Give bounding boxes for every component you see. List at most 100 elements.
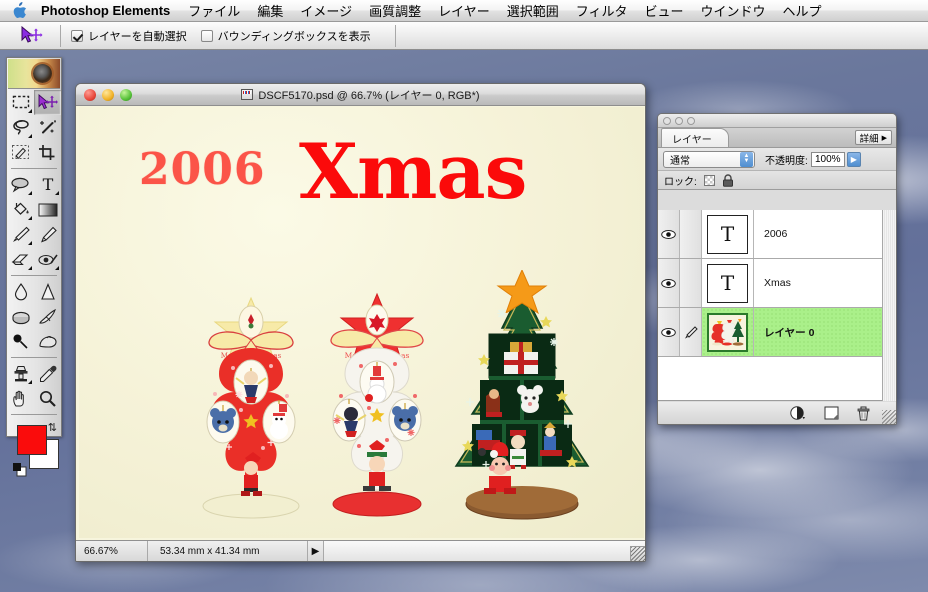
layer-visibility-toggle[interactable]: [658, 308, 680, 356]
canvas-area[interactable]: 2006 Xmas Merry Christmas: [76, 106, 645, 540]
menu-item-file[interactable]: ファイル: [188, 1, 240, 20]
eraser-tool[interactable]: [7, 247, 34, 272]
document-window[interactable]: DSCF5170.psd @ 66.7% (レイヤー 0, RGB*) 2006…: [75, 83, 646, 562]
photo-image[interactable]: 2006 Xmas Merry Christmas: [79, 107, 644, 538]
tab-layers[interactable]: レイヤー: [661, 128, 729, 147]
palette-tab-row: レイヤー 詳細 ▶: [658, 128, 896, 148]
zoom-tool[interactable]: [34, 386, 61, 411]
new-layer-button[interactable]: [824, 406, 839, 420]
document-dimensions-label: 53.34 mm x 41.34 mm: [148, 541, 308, 561]
move-tool[interactable]: [34, 90, 61, 115]
status-filler: [324, 541, 645, 561]
menu-item-view[interactable]: ビュー: [644, 1, 683, 20]
layer-thumbnail-text: T: [707, 263, 748, 303]
layer-thumbnail-cell[interactable]: [702, 308, 754, 356]
pencil-tool[interactable]: [34, 222, 61, 247]
layer-name-label[interactable]: 2006: [754, 210, 896, 258]
lasso-tool[interactable]: [7, 115, 34, 140]
apple-logo-icon[interactable]: [13, 2, 27, 19]
tool-more-triangle-icon: [28, 134, 32, 138]
swap-colors-icon[interactable]: ⇅: [48, 421, 57, 434]
layer-visibility-toggle[interactable]: [658, 259, 680, 307]
auto-select-layer-checkbox[interactable]: [71, 29, 83, 42]
blend-mode-stepper-icon[interactable]: ▲ ▼: [740, 151, 753, 167]
foreground-color-swatch[interactable]: [17, 425, 47, 455]
layer-link-cell[interactable]: [680, 259, 702, 307]
clone-stamp-tool[interactable]: [7, 361, 34, 386]
layer-thumbnail-cell[interactable]: T: [702, 259, 754, 307]
brush-tool[interactable]: [7, 222, 34, 247]
palette-resize-grip[interactable]: [882, 410, 896, 424]
type-tool[interactable]: T: [34, 172, 61, 197]
menu-item-image[interactable]: イメージ: [300, 1, 352, 20]
menu-item-help[interactable]: ヘルプ: [783, 1, 822, 20]
menu-item-enhance[interactable]: 画質調整: [369, 1, 421, 20]
default-colors-icon[interactable]: [13, 463, 27, 477]
lock-transparency-icon[interactable]: [703, 174, 715, 186]
color-swatches: ⇅: [7, 419, 61, 481]
layers-palette[interactable]: レイヤー 詳細 ▶ 通常 ▲ ▼ 不透明度: 100% ▶ ロック: T 200…: [657, 113, 897, 425]
eyedropper-tool[interactable]: [34, 361, 61, 386]
palette-more-button[interactable]: 詳細 ▶: [854, 130, 892, 145]
layer-thumbnail-cell[interactable]: T: [702, 210, 754, 258]
crop-tool[interactable]: [34, 140, 61, 165]
menu-item-select[interactable]: 選択範囲: [507, 1, 559, 20]
zoom-level-field[interactable]: 66.67%: [76, 541, 148, 561]
toolbox-tool-grid-4: [7, 361, 61, 411]
layer-list-scrollbar[interactable]: [882, 210, 896, 401]
layer-name-label[interactable]: Xmas: [754, 259, 896, 307]
blend-mode-value: 通常: [670, 155, 690, 167]
layer-name-label[interactable]: レイヤー 0: [754, 308, 896, 356]
palette-minimize-button[interactable]: [675, 116, 683, 125]
blur-tool[interactable]: [7, 279, 34, 304]
selection-brush-tool[interactable]: [7, 140, 34, 165]
menu-item-filter[interactable]: フィルタ: [576, 1, 628, 20]
opacity-slider-arrow-icon[interactable]: ▶: [846, 151, 861, 167]
show-bounding-box-checkbox[interactable]: [200, 29, 213, 42]
table-row[interactable]: T 2006: [658, 210, 896, 259]
status-menu-arrow-icon[interactable]: ▶: [308, 541, 324, 561]
sharpen-tool[interactable]: [34, 279, 61, 304]
show-bounding-box-option[interactable]: バウンディングボックスを表示: [200, 28, 371, 44]
dodge-tool[interactable]: [7, 329, 34, 354]
delete-layer-button[interactable]: [857, 406, 870, 421]
palette-close-button[interactable]: [663, 116, 671, 125]
tool-more-triangle-icon: [55, 191, 59, 195]
layer-list[interactable]: T 2006 T Xmas レイヤー 0: [658, 210, 896, 401]
lock-all-icon[interactable]: [722, 173, 734, 187]
close-button[interactable]: [84, 88, 96, 101]
document-title-bar[interactable]: DSCF5170.psd @ 66.7% (レイヤー 0, RGB*): [76, 84, 645, 106]
window-controls: [84, 88, 132, 101]
paint-bucket-tool[interactable]: [7, 197, 34, 222]
new-adjustment-layer-button[interactable]: [790, 406, 806, 420]
tool-more-triangle-icon: [55, 266, 59, 270]
hand-tool[interactable]: [7, 386, 34, 411]
move-tool-icon[interactable]: [14, 23, 50, 49]
palette-zoom-button[interactable]: [687, 116, 695, 125]
palette-title-bar[interactable]: [658, 114, 896, 128]
zoom-button[interactable]: [120, 88, 132, 101]
sponge-tool[interactable]: [7, 304, 34, 329]
burn-tool[interactable]: [34, 329, 61, 354]
layer-visibility-toggle[interactable]: [658, 210, 680, 258]
marquee-tool[interactable]: [7, 90, 34, 115]
layer-thumbnail-text: T: [707, 214, 748, 254]
magic-wand-tool[interactable]: [34, 115, 61, 140]
table-row[interactable]: T Xmas: [658, 259, 896, 308]
layer-link-cell[interactable]: [680, 210, 702, 258]
gradient-tool[interactable]: [34, 197, 61, 222]
opacity-input[interactable]: 100%: [810, 151, 845, 167]
menu-item-edit[interactable]: 編集: [257, 1, 283, 20]
window-resize-grip[interactable]: [630, 546, 645, 561]
menu-item-window[interactable]: ウインドウ: [701, 1, 766, 20]
minimize-button[interactable]: [102, 88, 114, 101]
layer-active-brush-cell[interactable]: [680, 308, 702, 356]
smudge-tool[interactable]: [34, 304, 61, 329]
blend-mode-select[interactable]: 通常 ▲ ▼: [663, 150, 755, 168]
menu-item-layer[interactable]: レイヤー: [438, 1, 490, 20]
table-row[interactable]: レイヤー 0: [658, 308, 896, 357]
menu-app-name[interactable]: Photoshop Elements: [41, 3, 170, 18]
red-eye-tool[interactable]: [34, 247, 61, 272]
shape-tool[interactable]: [7, 172, 34, 197]
auto-select-layer-option[interactable]: レイヤーを自動選択: [71, 28, 187, 44]
